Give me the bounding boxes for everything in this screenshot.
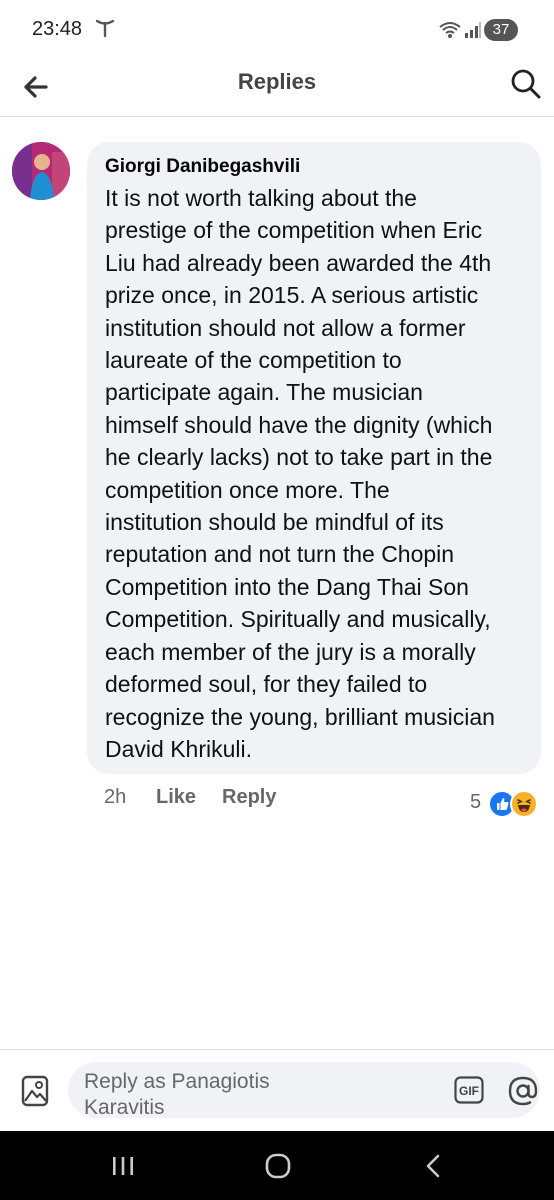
reply-button[interactable]: Reply <box>222 786 276 809</box>
system-navbar <box>0 1131 554 1200</box>
comment-line: deformed soul, for they failed to <box>105 671 428 698</box>
comment-line: laureate of the competition to <box>105 347 402 374</box>
comment-line: each member of the jury is a morally <box>105 638 476 665</box>
nav-back-icon <box>426 1154 440 1178</box>
wifi-icon <box>439 22 461 38</box>
comment-time: 2h <box>104 786 127 808</box>
page-title: Replies <box>237 69 317 94</box>
gif-icon: GIF <box>454 1076 484 1104</box>
comment-line: Liu had already been awarded the 4th <box>105 249 492 276</box>
reply-input[interactable]: Reply as Panagiotis Karavitis GIF <box>68 1062 540 1118</box>
comment-line: prize once, in 2015. A serious artistic <box>105 282 479 309</box>
svg-text:GIF: GIF <box>459 1084 479 1098</box>
photo-icon <box>21 1075 49 1107</box>
placeholder-line: Reply as Panagiotis <box>84 1070 270 1093</box>
comment-text: It is not worth talking about the presti… <box>105 182 535 765</box>
comment-bubble: Giorgi Danibegashvili It is not worth ta… <box>87 142 541 774</box>
recent-apps-icon <box>113 1157 133 1175</box>
comment-line: competition once more. The <box>105 476 390 503</box>
photo-button[interactable] <box>20 1074 50 1108</box>
search-icon <box>511 69 541 99</box>
header: Replies <box>0 60 554 117</box>
comment-line: recognize the young, brilliant musician <box>105 703 495 730</box>
comment-line: David Khrikuli. <box>105 735 252 762</box>
at-mention-icon <box>508 1076 538 1106</box>
comment-line: himself should have the dignity (which <box>105 411 493 438</box>
status-bar: 23:48 37 <box>0 0 554 60</box>
comment-line: Competition. Spiritually and musically, <box>105 606 491 633</box>
comment-line: Competition into the Dang Thai Son <box>105 573 469 600</box>
home-button[interactable] <box>258 1151 298 1181</box>
haha-reaction-icon <box>510 790 538 818</box>
comment-line: reputation and not turn the Chopin <box>105 541 455 568</box>
gif-button[interactable]: GIF <box>454 1076 484 1104</box>
comment-line: prestige of the competition when Eric <box>105 217 483 244</box>
reaction-count[interactable]: 5 <box>470 791 481 814</box>
carrier-icon <box>95 19 115 38</box>
reply-placeholder: Reply as Panagiotis Karavitis <box>84 1069 364 1118</box>
comment-line: It is not worth talking about the <box>105 185 417 211</box>
mention-button[interactable] <box>506 1074 540 1108</box>
placeholder-line: Karavitis <box>84 1096 165 1118</box>
avatar-image <box>12 142 70 200</box>
home-icon <box>265 1153 291 1179</box>
nav-back-button[interactable] <box>413 1151 453 1181</box>
like-button[interactable]: Like <box>156 786 196 809</box>
comment-author[interactable]: Giorgi Danibegashvili <box>105 156 300 178</box>
recent-apps-button[interactable] <box>103 1151 143 1181</box>
comment-line: he clearly lacks) not to take part in th… <box>105 444 493 471</box>
comment-line: institution should be mindful of its <box>105 509 444 536</box>
reply-composer: Reply as Panagiotis Karavitis GIF <box>0 1049 554 1132</box>
status-time: 23:48 <box>32 18 83 40</box>
search-button[interactable] <box>506 64 546 104</box>
avatar[interactable] <box>12 142 70 200</box>
signal-icon <box>465 22 481 38</box>
comment-line: institution should not allow a former <box>105 314 466 341</box>
battery-icon: 37 <box>484 19 518 41</box>
comment-line: participate again. The musician <box>105 379 423 406</box>
